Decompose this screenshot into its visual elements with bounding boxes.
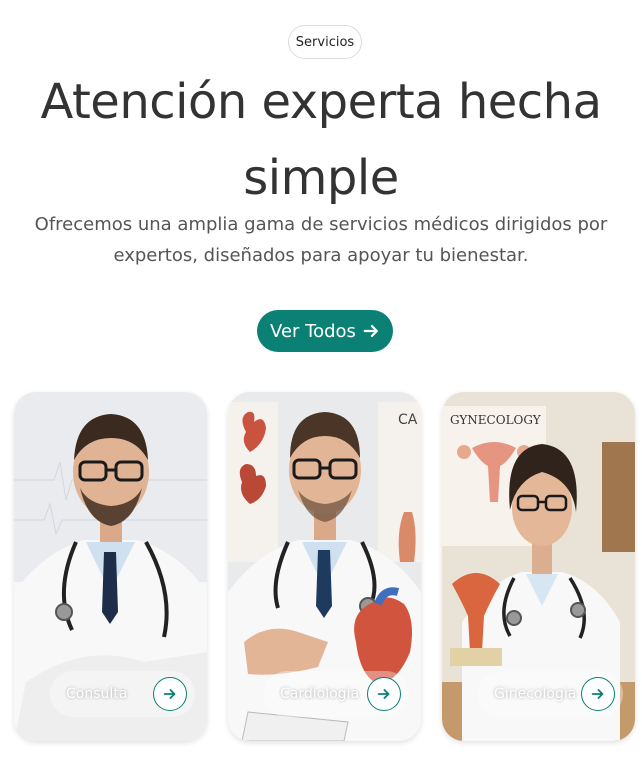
arrow-right-circle-icon[interactable] bbox=[153, 677, 187, 711]
page-title: Atención experta hecha simple bbox=[20, 64, 622, 216]
arrow-right-circle-icon[interactable] bbox=[581, 677, 615, 711]
service-card-caption: Cardiologia bbox=[264, 671, 409, 717]
subtitle-line-1: Ofrecemos una amplia gama de servicios m… bbox=[34, 214, 608, 235]
subtitle-line-2: expertos, diseñados para apoyar tu biene… bbox=[113, 245, 529, 266]
service-card-cardiologia[interactable]: CA Cardiologia bbox=[228, 392, 421, 741]
view-all-button[interactable]: Ver Todos bbox=[257, 310, 393, 352]
service-card-label: Consulta bbox=[66, 686, 128, 702]
section-badge: Servicios bbox=[288, 25, 362, 59]
arrow-right-icon bbox=[363, 324, 378, 338]
view-all-label: Ver Todos bbox=[270, 320, 356, 342]
service-card-caption: Ginecologia bbox=[478, 671, 623, 717]
services-section: Servicios Atención experta hecha simple … bbox=[0, 0, 642, 757]
title-line-1: Atención experta hecha bbox=[40, 74, 602, 130]
poster-text: CA bbox=[398, 412, 418, 428]
section-subtitle: Ofrecemos una amplia gama de servicios m… bbox=[20, 209, 622, 271]
service-card-label: Cardiologia bbox=[280, 686, 360, 702]
arrow-right-circle-icon[interactable] bbox=[367, 677, 401, 711]
title-line-2: simple bbox=[243, 150, 399, 206]
service-card-caption: Consulta bbox=[50, 671, 195, 717]
service-card-ginecologia[interactable]: GYNECOLOGY Ginecologia bbox=[442, 392, 635, 741]
service-card-label: Ginecologia bbox=[494, 686, 577, 702]
poster-text: GYNECOLOGY bbox=[450, 413, 542, 427]
service-card-consulta[interactable]: Consulta bbox=[14, 392, 207, 741]
